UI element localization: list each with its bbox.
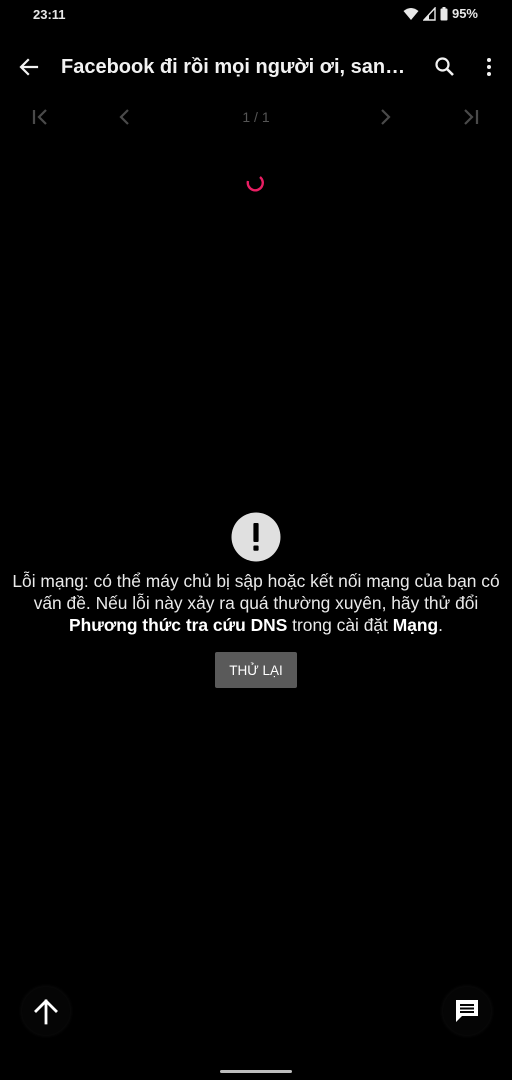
page-navigation: 1 / 1 [0,102,512,132]
loading-spinner-icon [246,176,264,192]
status-bar: 23:11 95% [0,0,512,32]
last-page-button[interactable] [457,104,483,130]
network-setting-name: Mạng [392,615,439,635]
alert-icon [231,512,281,562]
error-message: Lỗi mạng: có thể máy chủ bị sập hoặc kết… [6,570,506,636]
dns-lookup-setting-name: Phương thức tra cứu DNS [69,615,288,635]
reply-button[interactable] [443,987,491,1035]
error-text-main: Lỗi mạng: có thể máy chủ bị sập hoặc kết… [12,571,500,613]
status-icons: 95% [403,6,478,21]
battery-icon [440,6,448,20]
more-vert-icon [487,58,491,76]
search-icon [435,57,454,76]
app-bar: Facebook đi rồi mọi người ơi, sang V... [0,40,512,96]
more-options-button[interactable] [476,54,502,80]
error-text-mid: trong cài đặt [287,615,393,635]
comment-icon [456,1000,478,1022]
scroll-to-top-button[interactable] [22,987,70,1035]
back-arrow-icon [19,58,39,76]
arrow-up-icon [34,999,58,1025]
next-page-icon [381,109,391,125]
wifi-icon [403,7,419,20]
page-indicator: 1 / 1 [242,109,270,125]
home-indicator [220,1070,292,1073]
status-time: 23:11 [33,7,66,22]
search-button[interactable] [432,54,458,80]
signal-icon [422,6,436,21]
next-page-button[interactable] [372,104,398,130]
error-text-end: . [438,615,443,635]
battery-percent: 95% [451,6,478,21]
thread-title: Facebook đi rồi mọi người ơi, sang V... [61,56,409,78]
last-page-icon [464,109,479,125]
retry-button[interactable]: THỬ LẠI [215,652,297,688]
back-button[interactable] [14,52,44,82]
